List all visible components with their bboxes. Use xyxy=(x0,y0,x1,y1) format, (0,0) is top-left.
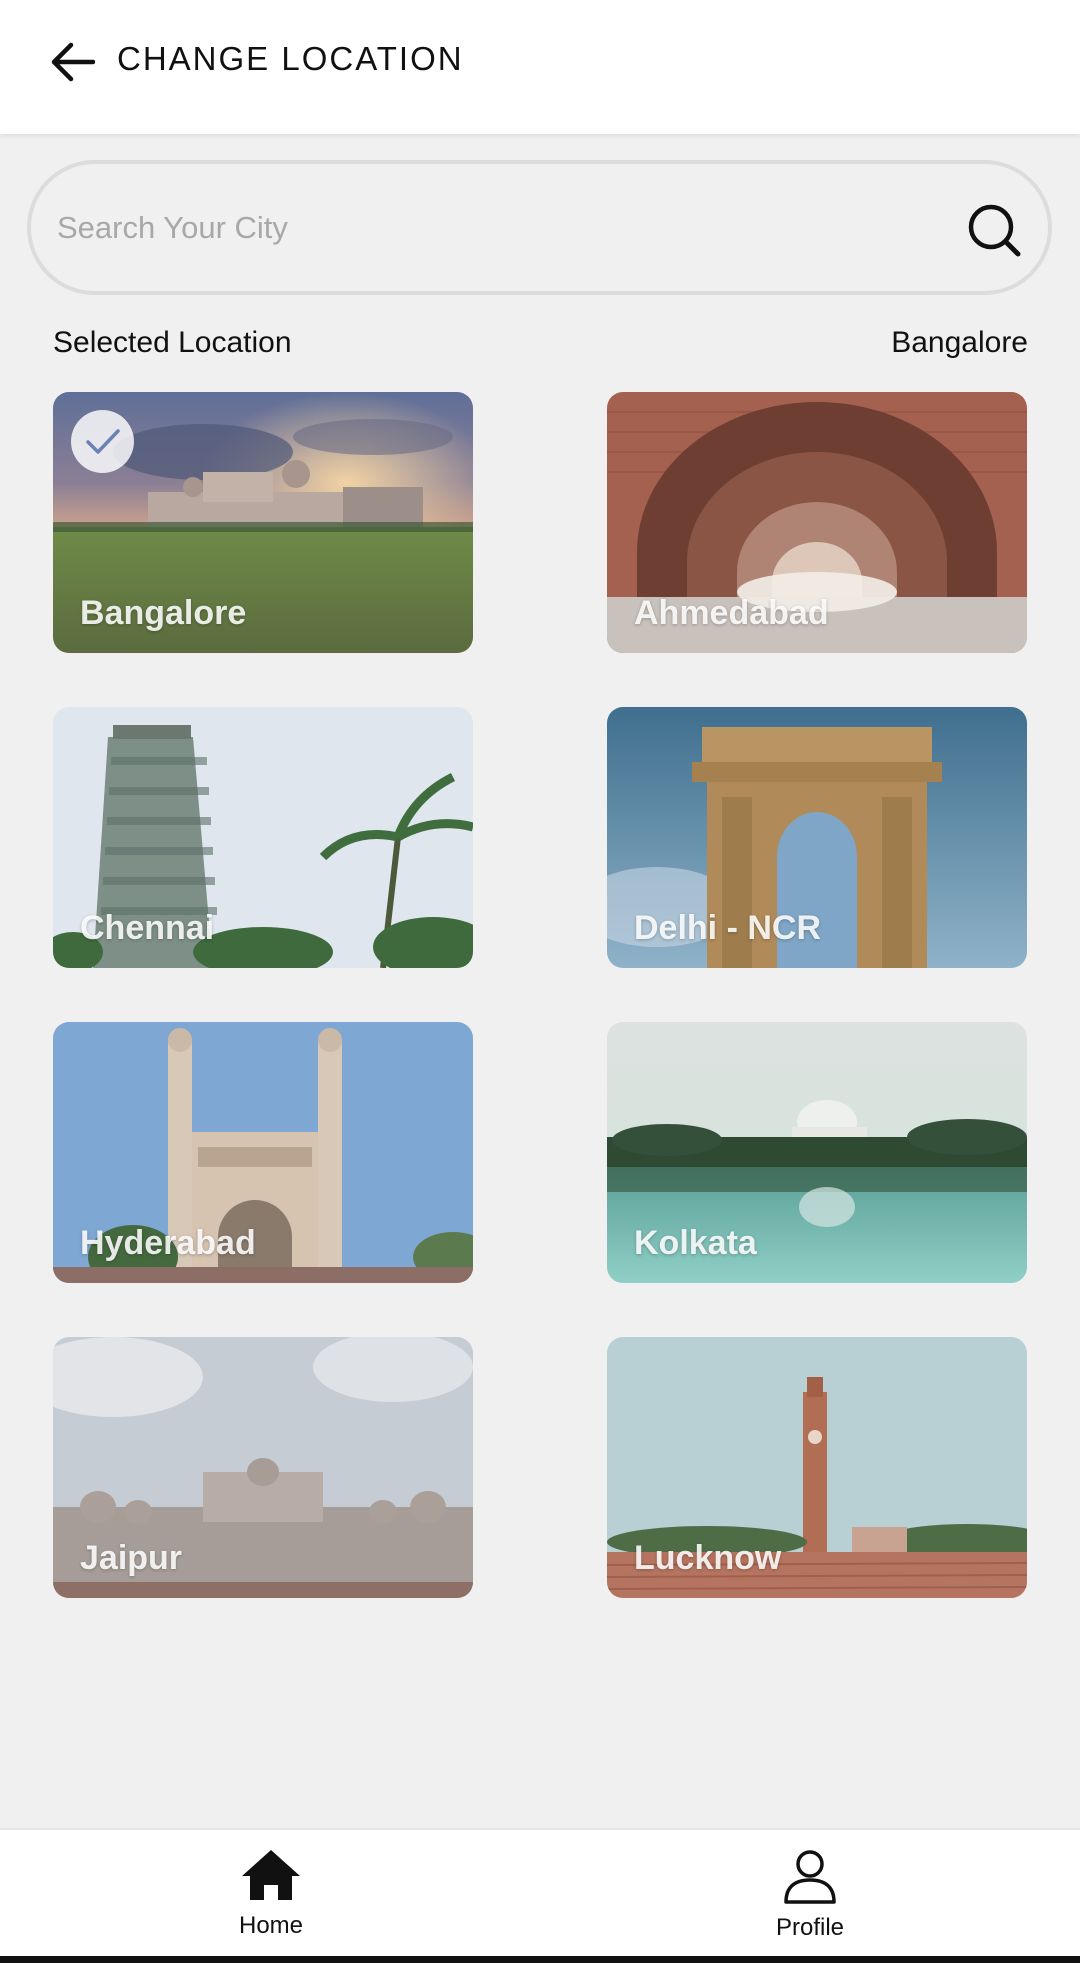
city-card-kolkata[interactable]: Kolkata xyxy=(607,1022,1027,1283)
profile-icon xyxy=(784,1850,836,1904)
city-name: Delhi - NCR xyxy=(634,909,821,947)
search-button[interactable] xyxy=(966,202,1022,258)
city-name: Bangalore xyxy=(80,594,247,632)
nav-home-label: Home xyxy=(238,1912,304,1939)
arrow-left-icon xyxy=(51,42,95,82)
city-card-bangalore[interactable]: Bangalore xyxy=(53,392,473,653)
page-title: CHANGE LOCATION xyxy=(117,40,464,77)
city-card-jaipur[interactable]: Jaipur xyxy=(53,1337,473,1598)
system-gesture-bar xyxy=(0,1956,1080,1963)
home-icon xyxy=(242,1850,300,1900)
city-name: Kolkata xyxy=(634,1224,757,1262)
city-card-chennai[interactable]: Chennai xyxy=(53,707,473,968)
nav-profile[interactable]: Profile xyxy=(710,1848,910,1958)
check-icon xyxy=(85,428,120,454)
city-card-delhi-ncr[interactable]: Delhi - NCR xyxy=(607,707,1027,968)
city-name: Chennai xyxy=(80,909,215,947)
city-name: Jaipur xyxy=(80,1539,183,1577)
search-icon xyxy=(968,204,1021,257)
city-card-hyderabad[interactable]: Hyderabad xyxy=(53,1022,473,1283)
nav-profile-label: Profile xyxy=(775,1914,845,1941)
city-name: Hyderabad xyxy=(80,1224,256,1262)
search-input[interactable] xyxy=(57,186,937,270)
city-card-lucknow[interactable]: Lucknow xyxy=(607,1337,1027,1598)
selected-location-label: Selected Location xyxy=(53,326,292,359)
search-bar xyxy=(27,160,1052,295)
top-app-bar: CHANGE LOCATION xyxy=(0,0,1080,134)
city-card-ahmedabad[interactable]: Ahmedabad xyxy=(607,392,1027,653)
app-screen: CHANGE LOCATION Selected Location Bangal… xyxy=(0,0,1080,1963)
bottom-navigation: Home Profile xyxy=(0,1828,1080,1963)
city-name: Ahmedabad xyxy=(634,594,829,632)
city-name: Lucknow xyxy=(634,1539,782,1577)
selected-check-badge xyxy=(71,410,134,473)
selected-location-row: Selected Location Bangalore xyxy=(53,326,1028,366)
nav-home[interactable]: Home xyxy=(171,1848,371,1958)
back-button[interactable] xyxy=(44,34,100,90)
selected-location-value: Bangalore xyxy=(891,326,1028,359)
